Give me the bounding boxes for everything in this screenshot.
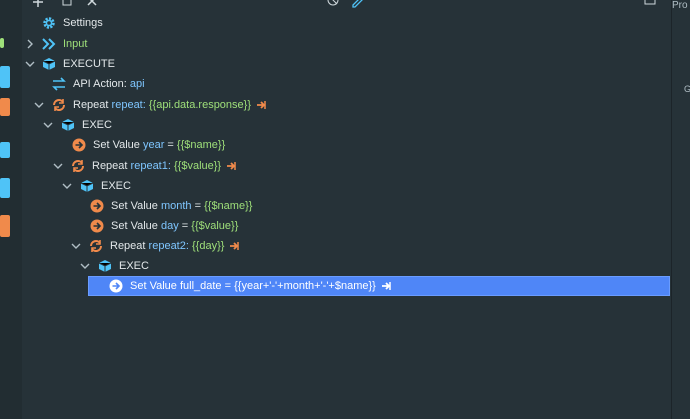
disable-icon[interactable] bbox=[327, 0, 339, 8]
output-arrow-icon bbox=[227, 161, 236, 170]
exchange-arrows-icon bbox=[52, 77, 66, 91]
repeat1-name: repeat1: bbox=[130, 160, 171, 172]
file-icon[interactable] bbox=[0, 215, 10, 237]
set-value-expression: {{$name}} bbox=[176, 139, 226, 151]
repeat2-expression: {{day}} bbox=[191, 240, 225, 252]
navigation-icon[interactable] bbox=[0, 142, 10, 158]
api-action-prefix: API Action: bbox=[73, 78, 127, 90]
chevron-down-icon[interactable] bbox=[43, 120, 53, 130]
exec-label: EXEC bbox=[119, 260, 149, 272]
tree-node-exec[interactable]: EXEC bbox=[98, 256, 149, 276]
tree-toolbar bbox=[22, 0, 671, 8]
repeat-icon bbox=[72, 160, 84, 172]
tree-node-repeat2[interactable]: Repeat repeat2: {{day}} bbox=[89, 236, 240, 256]
set-value-expression: {{$name}} bbox=[204, 200, 253, 212]
arrow-right-circle-icon bbox=[90, 219, 104, 233]
copy-icon[interactable] bbox=[60, 0, 72, 8]
set-value-prefix: Set Value bbox=[130, 280, 177, 292]
tree-node-api-action[interactable]: API Action: api bbox=[52, 74, 145, 94]
exec-label: EXEC bbox=[101, 180, 131, 192]
tree-node-set-value-day[interactable]: Set Value day = {{$value}} bbox=[90, 216, 238, 236]
set-value-prefix: Set Value bbox=[111, 200, 158, 212]
cube-icon bbox=[80, 180, 94, 192]
api-action-name: api bbox=[129, 78, 145, 90]
properties-panel: Pro G bbox=[672, 0, 690, 419]
repeat2-prefix: Repeat bbox=[110, 240, 146, 252]
output-arrow-icon bbox=[257, 100, 266, 109]
repeat-expression: {{api.data.response}} bbox=[148, 99, 252, 111]
chevron-down-icon[interactable] bbox=[34, 100, 44, 110]
exec-label: EXEC bbox=[82, 119, 112, 131]
cube-icon bbox=[61, 119, 75, 131]
left-toolbar bbox=[0, 0, 23, 419]
chevron-down-icon[interactable] bbox=[25, 59, 35, 69]
close-icon[interactable] bbox=[86, 0, 98, 8]
set-value-name: year bbox=[142, 139, 165, 151]
tree-node-exec[interactable]: EXEC bbox=[61, 115, 112, 135]
chevron-down-icon[interactable] bbox=[71, 241, 81, 251]
cube-icon bbox=[98, 260, 112, 272]
tree-node-settings[interactable]: Settings bbox=[42, 13, 103, 33]
set-value-name: day bbox=[160, 220, 179, 232]
chevron-down-icon[interactable] bbox=[80, 261, 90, 271]
properties-header: Pro bbox=[672, 0, 688, 11]
arrow-right-circle-icon bbox=[109, 279, 123, 293]
set-value-expression: {{year+'-'+month+'-'+$name}} bbox=[234, 280, 376, 292]
chevron-down-icon[interactable] bbox=[53, 161, 63, 171]
repeat-prefix: Repeat bbox=[73, 99, 109, 111]
tree-node-input[interactable]: Input bbox=[42, 34, 87, 54]
repeat2-name: repeat2: bbox=[148, 240, 189, 252]
output-arrow-icon bbox=[381, 281, 391, 290]
set-value-prefix: Set Value bbox=[93, 139, 140, 151]
chevron-down-icon[interactable] bbox=[62, 181, 72, 191]
server-action-icon[interactable] bbox=[0, 98, 10, 116]
edit-icon[interactable] bbox=[352, 0, 364, 8]
database-icon[interactable] bbox=[0, 66, 10, 88]
tree-node-execute[interactable]: EXECUTE bbox=[42, 54, 115, 74]
arrow-right-circle-icon bbox=[90, 199, 104, 213]
add-icon[interactable] bbox=[32, 0, 44, 8]
settings-label: Settings bbox=[63, 17, 103, 29]
tree-node-set-value-year[interactable]: Set Value year = {{$name}} bbox=[72, 135, 225, 155]
component-icon[interactable] bbox=[0, 38, 4, 48]
repeat1-prefix: Repeat bbox=[92, 160, 128, 172]
export-icon[interactable] bbox=[644, 0, 656, 8]
repeat-icon bbox=[53, 99, 65, 111]
repeat-name: repeat: bbox=[111, 99, 146, 111]
tree-node-repeat1[interactable]: Repeat repeat1: {{$value}} bbox=[71, 156, 237, 176]
tree-node-set-value-full-date[interactable]: Set Value full_date = {{year+'-'+month+'… bbox=[88, 276, 670, 296]
server-action-tree: Settings Input EXECUTE API Action: api R… bbox=[22, 0, 672, 419]
double-chevron-icon bbox=[42, 38, 56, 50]
gear-icon bbox=[43, 17, 55, 29]
arrow-right-circle-icon bbox=[72, 138, 86, 152]
properties-group-label: G bbox=[684, 84, 690, 94]
input-label: Input bbox=[63, 38, 88, 50]
layers-icon[interactable] bbox=[0, 178, 10, 198]
cube-icon bbox=[42, 58, 56, 70]
equals-sign: = bbox=[224, 280, 232, 292]
set-value-expression: {{$value}} bbox=[191, 220, 239, 232]
execute-label: EXECUTE bbox=[63, 58, 115, 70]
repeat-icon bbox=[90, 240, 102, 252]
set-value-name: full_date bbox=[179, 280, 222, 292]
set-value-name: month bbox=[160, 200, 192, 212]
tree-node-repeat[interactable]: Repeat repeat: {{api.data.response}} bbox=[52, 95, 267, 115]
equals-sign: = bbox=[181, 220, 189, 232]
chevron-right-icon[interactable] bbox=[25, 39, 35, 49]
equals-sign: = bbox=[194, 200, 202, 212]
equals-sign: = bbox=[167, 139, 174, 151]
tree-node-set-value-month[interactable]: Set Value month = {{$name}} bbox=[90, 196, 252, 216]
repeat1-expression: {{$value}} bbox=[173, 160, 222, 172]
output-arrow-icon bbox=[230, 241, 240, 250]
tree-node-exec[interactable]: EXEC bbox=[80, 176, 131, 196]
set-value-prefix: Set Value bbox=[111, 220, 158, 232]
